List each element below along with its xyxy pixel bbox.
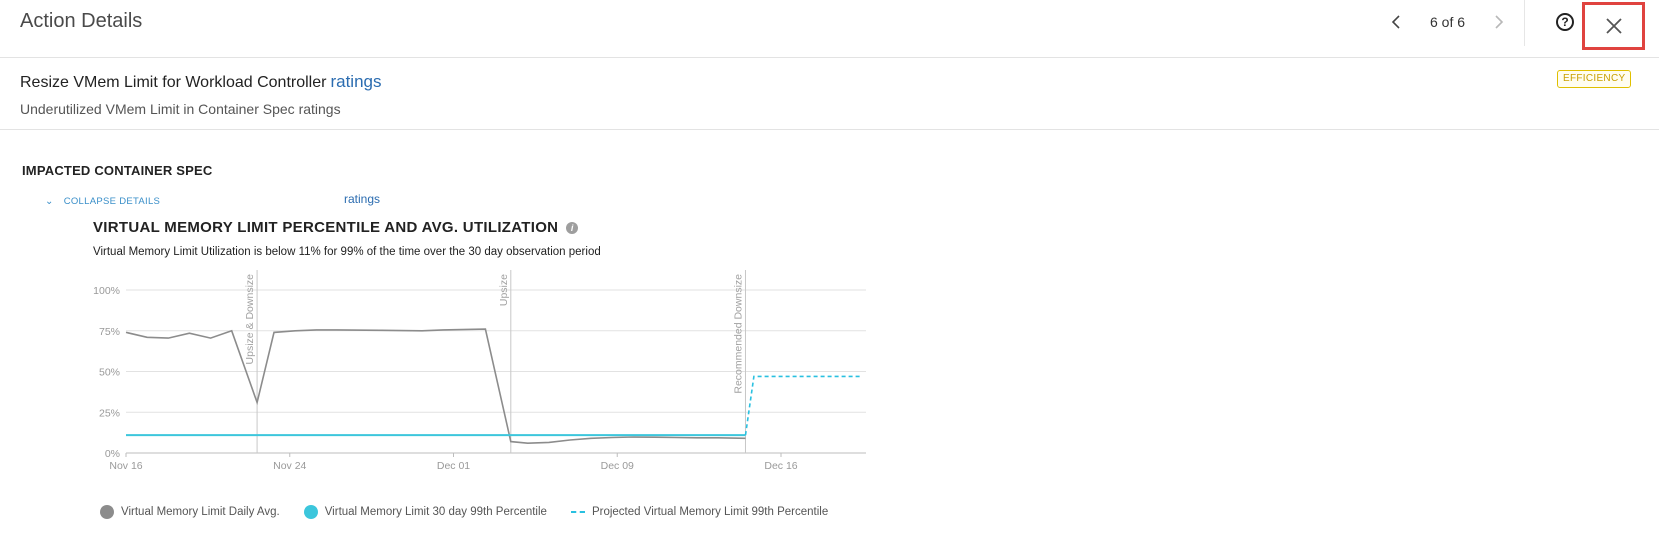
- action-summary: Resize VMem Limit for Workload Controlle…: [0, 58, 1659, 130]
- y-tick-label: 100%: [93, 285, 120, 297]
- y-tick-label: 50%: [99, 367, 120, 379]
- x-tick-label: Dec 01: [437, 460, 470, 472]
- event-marker-label: Recommended Downsize: [732, 274, 744, 394]
- legend-swatch-daily-avg: [100, 505, 114, 519]
- legend-label: Virtual Memory Limit Daily Avg.: [121, 506, 280, 518]
- pager: 6 of 6: [1384, 10, 1511, 34]
- entity-link[interactable]: ratings: [344, 192, 380, 206]
- series-line-3: [744, 375, 860, 436]
- action-title: Resize VMem Limit for Workload Controlle…: [20, 72, 382, 92]
- action-title-text: Resize VMem Limit for Workload Controlle…: [20, 74, 327, 91]
- legend-item-percentile[interactable]: Virtual Memory Limit 30 day 99th Percent…: [303, 505, 547, 519]
- close-icon: [1605, 18, 1622, 34]
- x-tick-label: Dec 09: [601, 460, 634, 472]
- help-button[interactable]: ?: [1556, 13, 1574, 31]
- chevron-down-icon: ⌄: [45, 196, 54, 207]
- info-icon[interactable]: i: [566, 221, 579, 234]
- legend-label: Projected Virtual Memory Limit 99th Perc…: [591, 506, 829, 518]
- help-circle-icon: ?: [1561, 15, 1569, 29]
- chart-legend: Virtual Memory Limit Daily Avg. Virtual …: [100, 505, 852, 519]
- chart-title-text: VIRTUAL MEMORY LIMIT PERCENTILE AND AVG.…: [93, 219, 559, 236]
- legend-item-daily-avg[interactable]: Virtual Memory Limit Daily Avg.: [100, 505, 280, 519]
- legend-label: Virtual Memory Limit 30 day 99th Percent…: [324, 506, 547, 518]
- x-tick-label: Nov 24: [273, 460, 306, 472]
- collapse-label: COLLAPSE DETAILS: [63, 196, 161, 207]
- legend-item-projected[interactable]: Projected Virtual Memory Limit 99th Perc…: [570, 506, 829, 518]
- chevron-left-icon: [1391, 15, 1400, 29]
- y-tick-label: 25%: [99, 407, 120, 419]
- close-button[interactable]: [1582, 2, 1645, 50]
- modal-title: Action Details: [20, 10, 143, 32]
- pager-count: 6 of 6: [1430, 14, 1466, 30]
- series-line-1: [125, 328, 746, 445]
- chart-title: VIRTUAL MEMORY LIMIT PERCENTILE AND AVG.…: [93, 219, 579, 236]
- section-title: IMPACTED CONTAINER SPEC: [22, 163, 213, 178]
- legend-swatch-projected: [570, 511, 585, 513]
- chart-subtitle: Virtual Memory Limit Utilization is belo…: [93, 246, 601, 258]
- x-tick-label: Dec 16: [764, 460, 797, 472]
- legend-swatch-percentile: [303, 505, 318, 519]
- y-tick-label: 0%: [105, 448, 120, 460]
- x-tick-label: Nov 16: [109, 460, 142, 472]
- modal-header: Action Details 6 of 6 ?: [0, 0, 1659, 58]
- event-marker-label: Upsize: [498, 274, 510, 306]
- header-divider: [1524, 0, 1525, 46]
- action-title-link[interactable]: ratings: [330, 72, 381, 91]
- next-button[interactable]: [1487, 10, 1511, 34]
- y-tick-label: 75%: [99, 326, 120, 338]
- collapse-details-toggle[interactable]: ⌄ COLLAPSE DETAILS: [45, 196, 160, 207]
- category-badge: EFFICIENCY: [1557, 70, 1632, 88]
- chevron-right-icon: [1495, 15, 1504, 29]
- prev-button[interactable]: [1384, 10, 1408, 34]
- event-marker-label: Upsize & Downsize: [244, 274, 256, 365]
- action-subtitle: Underutilized VMem Limit in Container Sp…: [20, 101, 341, 117]
